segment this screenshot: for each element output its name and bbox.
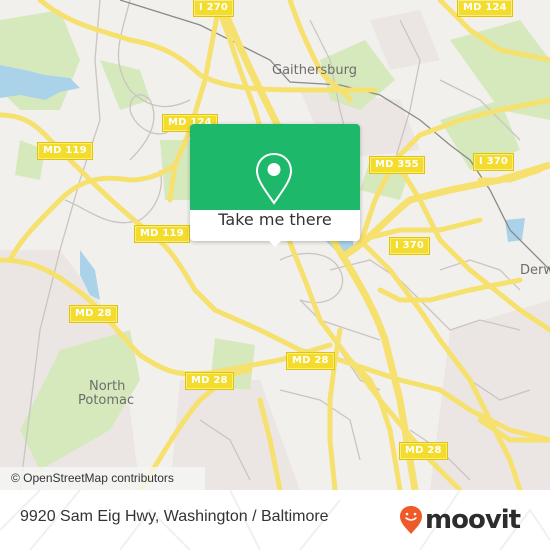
place-label-gaithersburg: Gaithersburg [272, 63, 357, 78]
road-shield: MD 119 [37, 142, 93, 160]
road-shield: MD 28 [185, 372, 234, 390]
footer-bar: 9920 Sam Eig Hwy, Washington / Baltimore… [0, 490, 550, 550]
take-me-there-button[interactable]: Take me there [190, 210, 360, 241]
moovit-logo[interactable]: moovit [399, 504, 521, 536]
place-label-derwood: Derw [520, 263, 550, 278]
place-label-potomac: Potomac [78, 393, 135, 408]
location-pin-icon [255, 152, 293, 205]
popup-pointer [268, 240, 282, 247]
popup-header [190, 124, 360, 210]
road-shield: I 370 [388, 237, 431, 255]
road-shield: MD 28 [286, 352, 335, 370]
road-shield: MD 355 [369, 156, 425, 174]
moovit-wordmark: moovit [425, 505, 521, 535]
road-shield: MD 119 [134, 225, 190, 243]
road-shield: MD 28 [69, 305, 118, 323]
address-label: 9920 Sam Eig Hwy, Washington / Baltimore [20, 508, 329, 525]
road-shield: I 370 [472, 153, 515, 171]
road-shield: MD 124 [457, 0, 513, 17]
map-attribution[interactable]: © OpenStreetMap contributors [0, 467, 205, 490]
place-label-north: North [89, 379, 126, 394]
moovit-pin-smile-icon [400, 506, 422, 534]
road-shield: I 270 [192, 0, 235, 17]
map-view[interactable]: I 270 MD 124 MD 124 MD 119 MD 355 I 370 … [0, 0, 550, 490]
road-shield: MD 28 [399, 442, 448, 460]
location-popup: Take me there [190, 124, 360, 247]
